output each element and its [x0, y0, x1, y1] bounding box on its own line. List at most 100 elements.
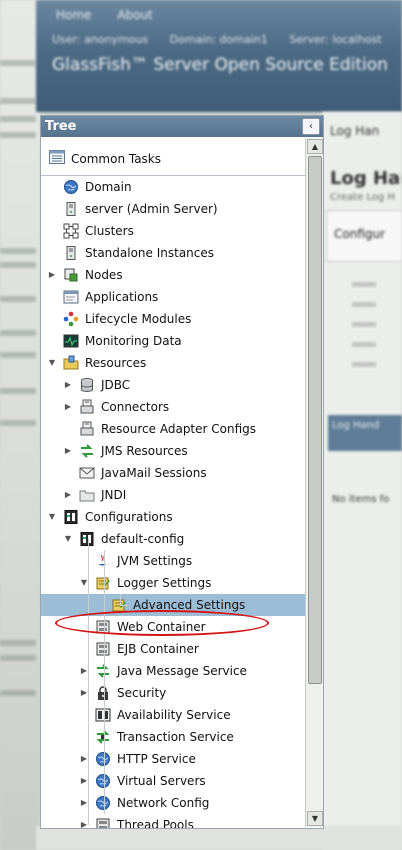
common-tasks-link[interactable]: Common Tasks — [41, 138, 305, 176]
tree-node-resources[interactable]: ▼ Resources — [41, 352, 305, 374]
tree-scrollbar[interactable]: ▲ ▼ — [305, 138, 323, 827]
connector-icon — [79, 399, 95, 415]
tree-node-http-service[interactable]: ▶ HTTP Service — [41, 748, 305, 770]
tree-node-lifecycle-modules[interactable]: Lifecycle Modules — [41, 308, 305, 330]
background-user-info: User: anonymous Domain: domain1 Server: … — [52, 33, 400, 46]
tree-node-thread-pools[interactable]: ▶ Thread Pools — [41, 814, 305, 828]
tree-node-label: default-config — [101, 532, 185, 546]
tree-node-label: JMS Resources — [101, 444, 188, 458]
tree-node-label: Resources — [85, 356, 147, 370]
nodes-icon — [63, 267, 79, 283]
tree-node-jms-resources[interactable]: ▶ JMS Resources — [41, 440, 305, 462]
collapse-arrow-icon[interactable]: ▼ — [47, 506, 57, 528]
tree-node-label: Security — [117, 686, 167, 700]
background-text-blob — [0, 248, 36, 254]
tree-view: Common Tasks Domain server (Admin Server)… — [41, 138, 305, 828]
connector-icon — [79, 421, 95, 437]
background-masthead: Home About User: anonymous Domain: domai… — [36, 0, 402, 112]
database-icon — [79, 377, 95, 393]
expand-arrow-icon[interactable]: ▶ — [63, 396, 73, 418]
tree-node-monitoring-data[interactable]: Monitoring Data — [41, 330, 305, 352]
applications-icon — [63, 289, 79, 305]
tree-title: Tree — [45, 119, 77, 134]
clusters-icon — [63, 223, 79, 239]
tree-node-virtual-servers[interactable]: ▶ Virtual Servers — [41, 770, 305, 792]
tree-node-label: EJB Container — [117, 642, 199, 656]
tree-node-availability-service[interactable]: Availability Service — [41, 704, 305, 726]
tree-node-java-message-service[interactable]: ▶ Java Message Service — [41, 660, 305, 682]
jms-icon — [95, 663, 111, 679]
tree-node-label: Transaction Service — [117, 730, 234, 744]
background-text-blob — [0, 60, 36, 66]
tree-node-label: Monitoring Data — [85, 334, 182, 348]
expand-arrow-icon[interactable]: ▶ — [63, 374, 73, 396]
background-text-blob — [352, 342, 376, 347]
background-menu-home: Home — [56, 8, 92, 22]
tree-node-applications[interactable]: Applications — [41, 286, 305, 308]
tree-node-server-admin-server[interactable]: server (Admin Server) — [41, 198, 305, 220]
collapse-arrow-icon[interactable]: ▼ — [47, 352, 57, 374]
tree-node-jdbc[interactable]: ▶ JDBC — [41, 374, 305, 396]
resources-icon — [63, 355, 79, 371]
jms-icon — [79, 443, 95, 459]
background-text-blob — [0, 296, 36, 302]
background-text-blob — [0, 655, 36, 661]
tree-node-default-config[interactable]: ▼ default-config — [41, 528, 305, 550]
tree-node-label: Lifecycle Modules — [85, 312, 192, 326]
tree-node-transaction-service[interactable]: Transaction Service — [41, 726, 305, 748]
tree-node-label: Virtual Servers — [117, 774, 206, 788]
config-icon — [79, 531, 95, 547]
tree-node-label: Logger Settings — [117, 576, 212, 590]
scroll-thumb[interactable] — [308, 156, 322, 684]
tree-node-label: Thread Pools — [117, 818, 194, 828]
tree-node-label: Resource Adapter Configs — [101, 422, 257, 436]
lock-icon — [95, 685, 111, 701]
background-footer — [36, 826, 402, 850]
tree-node-network-config[interactable]: ▶ Network Config — [41, 792, 305, 814]
tree-node-label: Network Config — [117, 796, 210, 810]
background-text-blob — [0, 420, 36, 426]
tree-node-configurations[interactable]: ▼ Configurations — [41, 506, 305, 528]
tree-node-security[interactable]: ▶ Security — [41, 682, 305, 704]
highlight-ellipse — [55, 610, 269, 636]
mail-icon — [79, 465, 95, 481]
background-text-blob — [0, 388, 36, 394]
tree-node-label: JDBC — [101, 378, 131, 392]
tree-node-domain[interactable]: Domain — [41, 176, 305, 198]
tree-node-logger-settings[interactable]: ▼ Logger Settings — [41, 572, 305, 594]
collapse-tree-button[interactable]: ‹ — [302, 118, 320, 135]
tree-node-label: Availability Service — [117, 708, 231, 722]
scroll-up-button[interactable]: ▲ — [307, 139, 323, 154]
tree-panel: Tree ‹ Common Tasks Domain server (Admin … — [40, 115, 324, 829]
background-box-label: Configur — [334, 227, 386, 241]
tree-node-javamail-sessions[interactable]: JavaMail Sessions — [41, 462, 305, 484]
background-brand: GlassFish™ Server Open Source Edition — [52, 55, 388, 75]
tree-node-ejb-container[interactable]: EJB Container — [41, 638, 305, 660]
tree-node-clusters[interactable]: Clusters — [41, 220, 305, 242]
tree-node-nodes[interactable]: ▶ Nodes — [41, 264, 305, 286]
tree-node-label: JavaMail Sessions — [101, 466, 207, 480]
background-text-blob — [352, 362, 376, 367]
collapse-arrow-icon[interactable]: ▼ — [63, 528, 73, 550]
tree-node-jvm-settings[interactable]: JVM Settings — [41, 550, 305, 572]
logger-icon — [95, 575, 111, 591]
tree-node-label: JNDI — [101, 488, 127, 502]
tree-node-standalone-instances[interactable]: Standalone Instances — [41, 242, 305, 264]
common-tasks-label: Common Tasks — [71, 152, 162, 166]
tree-node-jndi[interactable]: ▶ JNDI — [41, 484, 305, 506]
tree-node-label: Clusters — [85, 224, 134, 238]
tree-guide-line — [120, 605, 128, 606]
background-text-blob — [0, 116, 36, 122]
common-tasks-icon — [49, 150, 65, 167]
tree-node-connectors[interactable]: ▶ Connectors — [41, 396, 305, 418]
background-text-blob — [0, 330, 36, 336]
expand-arrow-icon[interactable]: ▶ — [63, 484, 73, 506]
tree-node-label: Java Message Service — [117, 664, 247, 678]
background-user: User: anonymous — [52, 33, 149, 46]
expand-arrow-icon[interactable]: ▶ — [47, 264, 57, 286]
scroll-down-button[interactable]: ▼ — [307, 811, 323, 826]
tree-node-resource-adapter-configs[interactable]: Resource Adapter Configs — [41, 418, 305, 440]
java-icon — [95, 553, 111, 569]
expand-arrow-icon[interactable]: ▶ — [63, 440, 73, 462]
background-text-blob — [0, 132, 36, 138]
